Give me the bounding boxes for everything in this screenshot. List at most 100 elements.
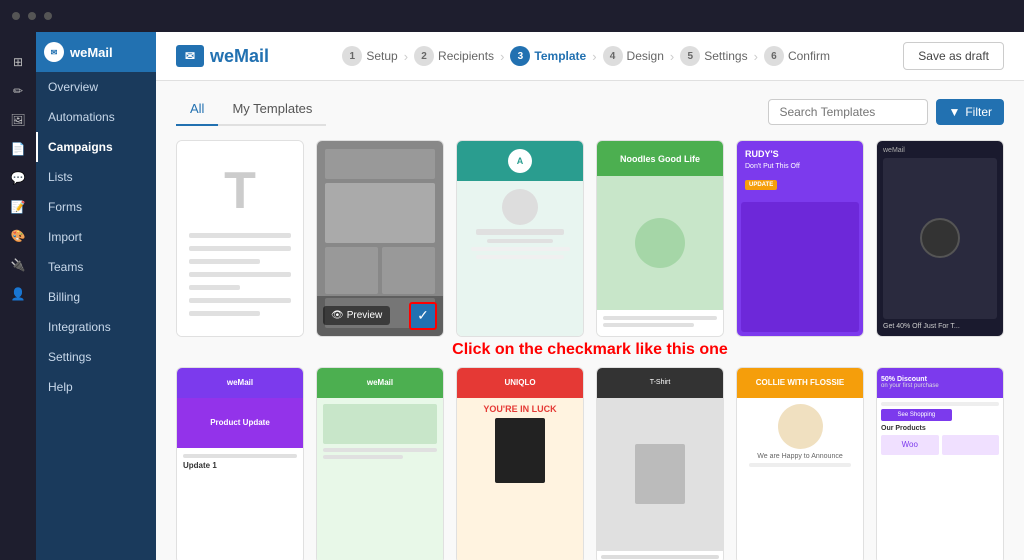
template-card-gray[interactable]: 👁 Preview ✓ xyxy=(316,140,444,337)
product-body: Update 1 xyxy=(177,448,303,560)
tshirt-image xyxy=(635,444,685,504)
collie-bg: COLLIE WITH FLOSSIE We are Happy to Anno… xyxy=(737,368,863,560)
sidebar-item-forms[interactable]: Forms xyxy=(36,192,156,222)
wizard-step-1[interactable]: 1 Setup xyxy=(342,46,397,66)
template-grid-row1-wrapper: T xyxy=(176,140,1004,337)
tabs-row: All My Templates ▼ Filter xyxy=(176,97,1004,126)
tshirt-body xyxy=(597,398,723,551)
product-header-text: weMail xyxy=(227,378,253,387)
template-card-watch[interactable]: weMail Get 40% Off Just For T... xyxy=(876,140,1004,337)
rudys-bg: RUDY'S Don't Put This Off UPDATE xyxy=(737,141,863,336)
wizard-step-2[interactable]: 2 Recipients xyxy=(414,46,494,66)
woo-discount-sub: on your first purchase xyxy=(881,383,999,389)
save-draft-button[interactable]: Save as draft xyxy=(903,42,1004,70)
step-label-2: Recipients xyxy=(438,49,494,63)
collie-title-text: COLLIE WITH FLOSSIE xyxy=(756,378,844,387)
wp-nav-pages[interactable]: 📄 xyxy=(4,135,32,163)
template-card-tshirt[interactable]: T-Shirt xyxy=(596,367,724,560)
sidebar-item-campaigns[interactable]: Campaigns xyxy=(36,132,156,162)
top-bar-dot-3 xyxy=(44,12,52,20)
search-input[interactable] xyxy=(768,99,928,125)
gray-block-1 xyxy=(325,149,435,179)
food-bg: Noodles Good Life xyxy=(597,141,723,336)
food-line2 xyxy=(603,323,694,327)
template-tabs: All My Templates xyxy=(176,97,326,126)
wp-nav-appearance[interactable]: 🎨 xyxy=(4,222,32,250)
logo-envelope: ✉ xyxy=(176,45,204,67)
wp-nav-forms[interactable]: 📝 xyxy=(4,193,32,221)
luck-header: UNIQLO xyxy=(457,368,583,398)
tab-my-templates[interactable]: My Templates xyxy=(218,97,326,126)
wp-nav-users[interactable]: 👤 xyxy=(4,280,32,308)
wizard-sep-5: › xyxy=(754,49,758,64)
template-card-luck[interactable]: UNIQLO YOU'RE IN LUCK xyxy=(456,367,584,560)
woo-discount-text: 50% Discount xyxy=(881,376,999,383)
sidebar-item-import[interactable]: Import xyxy=(36,222,156,252)
line7 xyxy=(189,311,260,316)
sidebar-item-integrations[interactable]: Integrations xyxy=(36,312,156,342)
sidebar-item-overview[interactable]: Overview xyxy=(36,72,156,102)
food-circle xyxy=(635,218,685,268)
collie-line1 xyxy=(749,463,852,467)
line1 xyxy=(189,233,291,238)
template-card-wemail-green[interactable]: weMail xyxy=(316,367,444,560)
wp-nav-posts[interactable]: ✏ xyxy=(4,77,32,105)
appsero-line2 xyxy=(476,255,564,259)
luck-bg: UNIQLO YOU'RE IN LUCK xyxy=(457,368,583,560)
wemail-green-line1 xyxy=(323,448,437,452)
wemail-green-image xyxy=(323,404,437,444)
wizard-step-5[interactable]: 5 Settings xyxy=(680,46,747,66)
gray-block-2 xyxy=(325,183,435,243)
woo-products-row: Woo xyxy=(881,435,999,455)
template-card-food[interactable]: Noodles Good Life xyxy=(596,140,724,337)
line4 xyxy=(189,272,291,277)
wp-nav-plugins[interactable]: 🔌 xyxy=(4,251,32,279)
template-card-rudys[interactable]: RUDY'S Don't Put This Off UPDATE xyxy=(736,140,864,337)
wp-nav-media[interactable]: 🖼 xyxy=(4,106,32,134)
watch-circle xyxy=(920,218,960,258)
tab-all[interactable]: All xyxy=(176,97,218,126)
luck-product xyxy=(495,418,545,483)
woo-btn-text: See Shopping xyxy=(898,412,936,418)
collie-announce: We are Happy to Announce xyxy=(757,453,842,460)
luck-title: YOU'RE IN LUCK xyxy=(483,404,556,414)
wp-nav-comments[interactable]: 💬 xyxy=(4,164,32,192)
step-num-2: 2 xyxy=(414,46,434,66)
template-card-product-update[interactable]: weMail Product Update Update 1 xyxy=(176,367,304,560)
template-grid-row1: T xyxy=(176,140,1004,337)
product-banner-text: Product Update xyxy=(210,418,270,427)
gray-row-1 xyxy=(325,247,435,294)
checkmark-button[interactable]: ✓ xyxy=(409,302,437,330)
wemail-green-line2 xyxy=(323,455,403,459)
template-card-appsero[interactable]: A xyxy=(456,140,584,337)
sidebar-item-teams[interactable]: Teams xyxy=(36,252,156,282)
wizard-step-4[interactable]: 4 Design xyxy=(603,46,664,66)
rudys-btn: UPDATE xyxy=(745,180,777,190)
wemail-logo: ✉ weMail xyxy=(176,45,269,67)
template-card-woo[interactable]: 50% Discount on your first purchase See … xyxy=(876,367,1004,560)
template-card-collie[interactable]: COLLIE WITH FLOSSIE We are Happy to Anno… xyxy=(736,367,864,560)
filter-button[interactable]: ▼ Filter xyxy=(936,99,1004,125)
wizard-step-3[interactable]: 3 Template xyxy=(510,46,586,66)
product-update-bg: weMail Product Update Update 1 xyxy=(177,368,303,560)
sidebar-item-automations[interactable]: Automations xyxy=(36,102,156,132)
wp-nav-dashboard[interactable]: ⊞ xyxy=(4,48,32,76)
search-filter: ▼ Filter xyxy=(768,99,1004,125)
step-label-1: Setup xyxy=(366,49,397,63)
sidebar-item-help[interactable]: Help xyxy=(36,372,156,402)
food-image xyxy=(597,176,723,310)
sidebar-item-billing[interactable]: Billing xyxy=(36,282,156,312)
food-header: Noodles Good Life xyxy=(597,141,723,176)
step-num-3: 3 xyxy=(510,46,530,66)
template-card-text[interactable]: T xyxy=(176,140,304,337)
sidebar-item-lists[interactable]: Lists xyxy=(36,162,156,192)
appsero-logo: A xyxy=(508,149,532,173)
plugin-sidebar-header: ✉ weMail xyxy=(36,32,156,72)
template-area: All My Templates ▼ Filter xyxy=(156,81,1024,560)
rudys-tagline: Don't Put This Off xyxy=(745,163,855,170)
preview-button[interactable]: 👁 Preview xyxy=(323,306,390,325)
sidebar-item-settings[interactable]: Settings xyxy=(36,342,156,372)
wp-nav-items: ⊞ ✏ 🖼 📄 💬 📝 🎨 🔌 👤 xyxy=(4,48,32,308)
wizard-sep-2: › xyxy=(500,49,504,64)
wizard-step-6[interactable]: 6 Confirm xyxy=(764,46,830,66)
